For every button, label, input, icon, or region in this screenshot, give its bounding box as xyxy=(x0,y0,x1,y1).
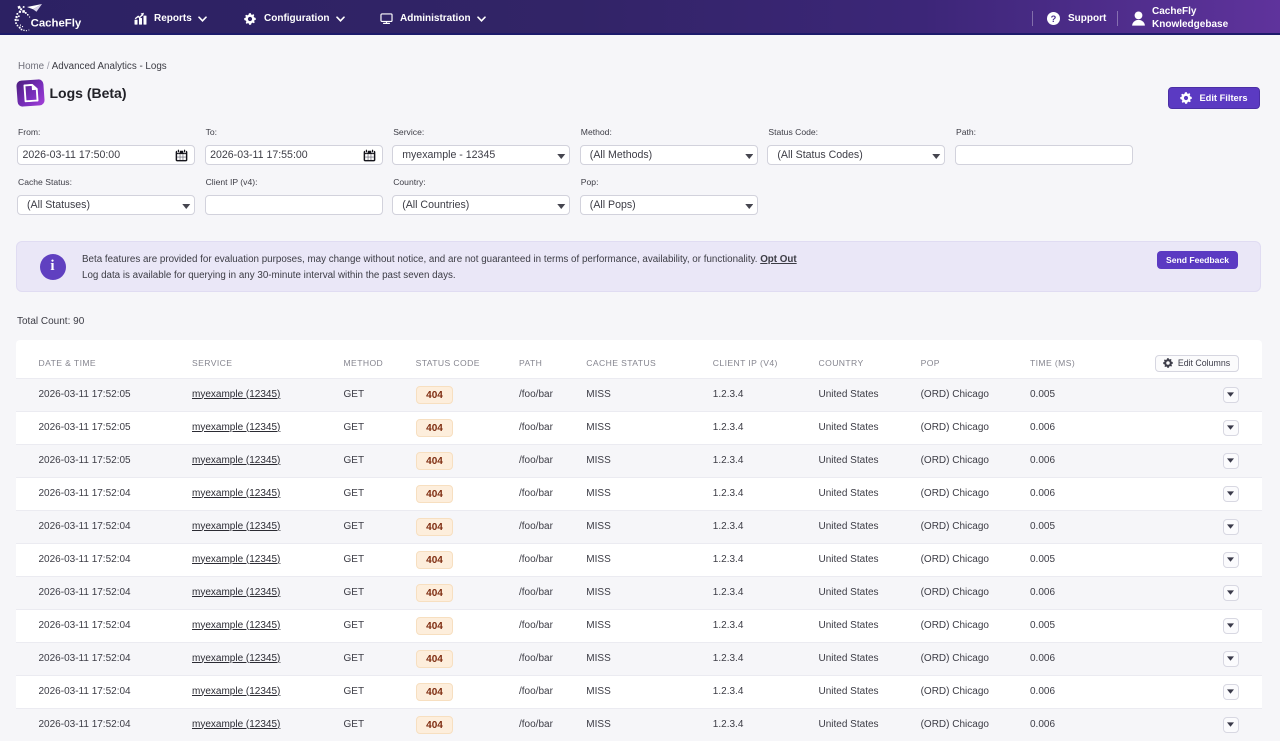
svg-text:CacheFly: CacheFly xyxy=(31,17,82,29)
svg-text:?: ? xyxy=(1051,14,1057,24)
